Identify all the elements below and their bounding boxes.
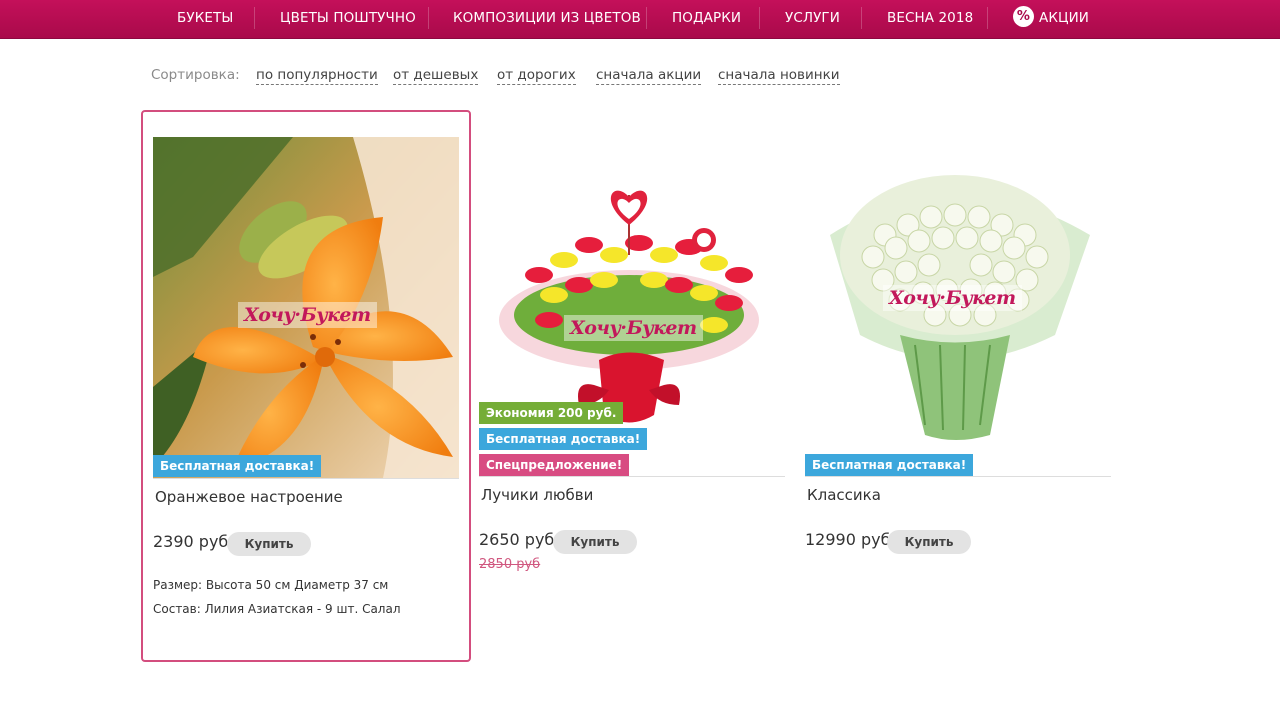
sort-new-first[interactable]: сначала новинки — [718, 67, 840, 85]
product-composition: Состав: Лилия Азиатская - 9 шт. Салал — [153, 602, 401, 616]
product-price: 12990 руб — [805, 530, 891, 549]
nav-item-promotions[interactable]: % АКЦИИ — [1013, 0, 1089, 37]
sort-by-price-desc[interactable]: от дорогих — [497, 67, 576, 85]
product-image[interactable]: Хочу·Букет — [479, 135, 785, 476]
brand-watermark: Хочу·Букет — [564, 315, 703, 341]
product-name[interactable]: Оранжевое настроение — [155, 488, 343, 506]
nav-item-compositions[interactable]: КОМПОЗИЦИИ ИЗ ЦВЕТОВ — [453, 0, 641, 37]
sort-by-popularity[interactable]: по популярности — [256, 67, 378, 85]
divider — [479, 476, 785, 477]
nav-item-promotions-label: АКЦИИ — [1039, 10, 1089, 26]
nav-item-services[interactable]: УСЛУГИ — [785, 0, 840, 37]
product-image[interactable]: Хочу·Букет — [153, 137, 459, 478]
percent-icon: % — [1013, 6, 1034, 27]
nav-item-bouquets[interactable]: БУКЕТЫ — [177, 0, 233, 37]
divider — [805, 476, 1111, 477]
sort-label: Сортировка: — [151, 67, 240, 83]
product-card[interactable]: Хочу·Букет Экономия 200 руб. Бесплатная … — [469, 110, 799, 662]
savings-badge: Экономия 200 руб. — [479, 402, 624, 424]
product-price: 2650 руб — [479, 530, 555, 549]
top-navigation: БУКЕТЫ ЦВЕТЫ ПОШТУЧНО КОМПОЗИЦИИ ИЗ ЦВЕТ… — [0, 0, 1280, 39]
product-size: Размер: Высота 50 см Диаметр 37 см — [153, 578, 389, 592]
free-delivery-badge: Бесплатная доставка! — [479, 428, 648, 450]
nav-divider — [254, 7, 255, 29]
sort-by-price-asc[interactable]: от дешевых — [393, 67, 479, 85]
buy-button[interactable]: Купить — [887, 530, 971, 554]
product-name[interactable]: Лучики любви — [481, 486, 593, 504]
nav-divider — [428, 7, 429, 29]
nav-item-spring-2018[interactable]: ВЕСНА 2018 — [887, 0, 973, 37]
buy-button[interactable]: Купить — [227, 532, 311, 556]
nav-divider — [987, 7, 988, 29]
nav-item-single-flowers[interactable]: ЦВЕТЫ ПОШТУЧНО — [280, 0, 416, 37]
sort-promotions-first[interactable]: сначала акции — [596, 67, 702, 85]
product-image[interactable]: Хочу·Букет — [805, 135, 1111, 476]
brand-watermark: Хочу·Букет — [883, 285, 1022, 311]
product-price: 2390 руб — [153, 532, 229, 551]
nav-item-gifts[interactable]: ПОДАРКИ — [672, 0, 741, 37]
free-delivery-badge: Бесплатная доставка! — [153, 455, 322, 477]
nav-divider — [759, 7, 760, 29]
buy-button[interactable]: Купить — [553, 530, 637, 554]
brand-watermark: Хочу·Букет — [238, 302, 377, 328]
product-card[interactable]: Хочу·Букет Бесплатная доставка! Оранжево… — [141, 110, 471, 662]
nav-divider — [861, 7, 862, 29]
special-offer-badge: Спецпредложение! — [479, 454, 630, 476]
free-delivery-badge: Бесплатная доставка! — [805, 454, 974, 476]
old-price: 2850 руб — [479, 557, 541, 572]
nav-divider — [646, 7, 647, 29]
product-name[interactable]: Классика — [807, 486, 881, 504]
product-card[interactable]: Хочу·Букет Бесплатная доставка! Классика… — [795, 110, 1125, 662]
divider — [153, 478, 459, 479]
tulips-bouquet-image — [479, 135, 785, 476]
